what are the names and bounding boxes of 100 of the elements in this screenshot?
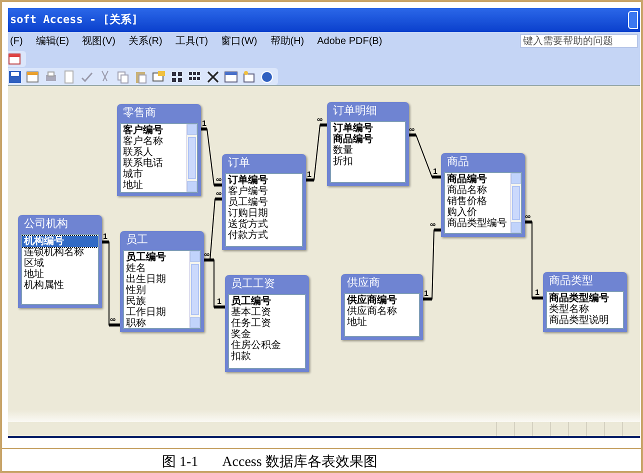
field-item[interactable]: 类型名称 xyxy=(547,304,623,315)
menu-item[interactable]: (F) xyxy=(10,34,23,48)
table-window[interactable]: 员工工资 员工编号 基本工资 任务工资 奖金 住房公积金 扣款 xyxy=(225,275,309,372)
scrollbar[interactable] xyxy=(186,124,197,192)
minimize-button[interactable] xyxy=(628,11,638,29)
field-item[interactable]: 区域 xyxy=(22,258,98,269)
field-item[interactable]: 奖金 xyxy=(229,329,305,340)
cardinality-label: ∞ xyxy=(204,251,210,259)
figure-caption: Access 数据库各表效果图 xyxy=(222,453,378,471)
table-title: 订单明细 xyxy=(332,104,378,119)
table-window[interactable]: 零售商 客户编号 客户名称 联系人 联系电话 城市 地址 xyxy=(117,104,201,196)
save-icon[interactable] xyxy=(8,70,22,84)
field-item[interactable]: 商品编号 xyxy=(445,174,510,185)
field-item[interactable]: 职称 xyxy=(124,318,189,328)
cardinality-label: ∞ xyxy=(216,176,222,184)
field-item[interactable]: 地址 xyxy=(345,317,419,328)
field-item[interactable]: 员工编号 xyxy=(226,197,302,208)
table-window[interactable]: 员工 员工编号 姓名 出生日期 性别 民族 工作日期 职称 xyxy=(120,231,204,332)
field-item[interactable]: 客户编号 xyxy=(226,186,302,197)
field-item[interactable]: 扣款 xyxy=(229,351,305,362)
field-item[interactable]: 商品类型编号 xyxy=(445,218,510,229)
field-item[interactable]: 订单编号 xyxy=(331,123,405,134)
field-item[interactable]: 任务工资 xyxy=(229,318,305,329)
print-icon[interactable] xyxy=(44,70,58,84)
field-item[interactable]: 销售价格 xyxy=(445,196,510,207)
relationship-line xyxy=(204,198,222,262)
table-title: 商品 xyxy=(446,154,470,170)
field-item[interactable]: 城市 xyxy=(121,169,186,180)
field-item[interactable]: 机构编号 xyxy=(22,236,98,247)
field-item[interactable]: 员工编号 xyxy=(229,296,305,307)
cardinality-label: ∞ xyxy=(317,116,323,124)
field-item[interactable]: 连锁机构名称 xyxy=(22,247,98,258)
field-item[interactable]: 地址 xyxy=(22,269,98,280)
cardinality-label: ∞ xyxy=(409,126,415,134)
field-item[interactable]: 地址 xyxy=(121,180,186,191)
scrollbar[interactable] xyxy=(510,173,521,233)
table-window[interactable]: 供应商 供应商编号 供应商名称 地址 xyxy=(341,274,423,340)
field-item[interactable]: 住房公积金 xyxy=(229,340,305,351)
menu-item[interactable]: Adobe PDF(B) xyxy=(317,34,382,48)
cardinality-label: ∞ xyxy=(110,316,116,324)
menu-item[interactable]: 帮助(H) xyxy=(270,34,304,48)
table-window[interactable]: 商品类型 商品类型编号 类型名称 商品类型说明 xyxy=(543,272,627,332)
field-item[interactable]: 员工编号 xyxy=(124,252,189,263)
cardinality-label: ∞ xyxy=(525,213,531,221)
field-item[interactable]: 折扣 xyxy=(331,156,405,167)
table-title: 订单 xyxy=(227,156,251,171)
cardinality-label: 1 xyxy=(307,171,312,179)
field-item[interactable]: 联系电话 xyxy=(121,158,186,169)
menu-item[interactable]: 编辑(E) xyxy=(36,34,70,48)
field-item[interactable]: 联系人 xyxy=(121,147,186,158)
field-item[interactable]: 订单编号 xyxy=(226,175,302,186)
table-title: 员工工资 xyxy=(230,277,276,292)
field-item[interactable]: 民族 xyxy=(124,296,189,307)
delete-icon[interactable] xyxy=(206,70,220,84)
table-icon[interactable] xyxy=(8,52,22,66)
page-icon[interactable] xyxy=(62,70,76,84)
field-item[interactable]: 姓名 xyxy=(124,263,189,274)
field-item[interactable]: 工作日期 xyxy=(124,307,189,318)
copy-icon[interactable] xyxy=(116,70,130,84)
field-item[interactable]: 商品类型编号 xyxy=(547,293,623,304)
table-window[interactable]: 订单明细 订单编号 商品编号 数量 折扣 xyxy=(327,102,409,186)
figure-number: 图 1-1 xyxy=(162,454,198,471)
table-title: 商品类型 xyxy=(548,274,594,289)
menu-item[interactable]: 工具(T) xyxy=(175,34,208,48)
field-item[interactable]: 付款方式 xyxy=(226,230,302,241)
table-window[interactable]: 公司机构 机构编号 连锁机构名称 区域 地址 机构属性 xyxy=(18,215,102,308)
help-icon[interactable] xyxy=(260,70,274,84)
field-item[interactable]: 机构属性 xyxy=(22,280,98,291)
field-item[interactable]: 出生日期 xyxy=(124,274,189,285)
field-item[interactable]: 购入价 xyxy=(445,207,510,218)
field-item[interactable]: 供应商名称 xyxy=(345,306,419,317)
grid-icon[interactable] xyxy=(170,70,184,84)
cardinality-label: ∞ xyxy=(216,190,222,198)
new-object-icon[interactable] xyxy=(242,70,256,84)
field-item[interactable]: 订购日期 xyxy=(226,208,302,219)
check-icon[interactable] xyxy=(80,70,94,84)
field-item[interactable]: 商品类型说明 xyxy=(547,315,623,326)
field-item[interactable]: 送货方式 xyxy=(226,219,302,230)
table-title: 供应商 xyxy=(346,276,381,291)
menu-item[interactable]: 视图(V) xyxy=(82,34,116,48)
field-item[interactable]: 商品编号 xyxy=(331,134,405,145)
table-window[interactable]: 商品 商品编号 商品名称 销售价格 购入价 商品类型编号 xyxy=(441,153,525,237)
field-item[interactable]: 基本工资 xyxy=(229,307,305,318)
cardinality-label: 1 xyxy=(202,120,206,128)
help-search-field[interactable]: 键入需要帮助的问题 xyxy=(520,34,638,48)
table-icon[interactable] xyxy=(152,70,166,84)
field-item[interactable]: 客户编号 xyxy=(121,125,186,136)
menu-item[interactable]: 窗口(W) xyxy=(221,34,258,48)
field-item[interactable]: 供应商编号 xyxy=(345,295,419,306)
field-item[interactable]: 客户名称 xyxy=(121,136,186,147)
table-window[interactable]: 订单 订单编号 客户编号 员工编号 订购日期 送货方式 付款方式 xyxy=(222,154,306,250)
field-item[interactable]: 性别 xyxy=(124,285,189,296)
table-icon[interactable] xyxy=(26,70,40,84)
field-item[interactable]: 数量 xyxy=(331,145,405,156)
menu-item[interactable]: 关系(R) xyxy=(128,34,162,48)
relationship-line xyxy=(306,124,328,182)
scrollbar[interactable] xyxy=(189,251,200,328)
relationship-line xyxy=(200,128,222,186)
field-item[interactable]: 商品名称 xyxy=(445,185,510,196)
window-icon[interactable] xyxy=(224,70,238,84)
